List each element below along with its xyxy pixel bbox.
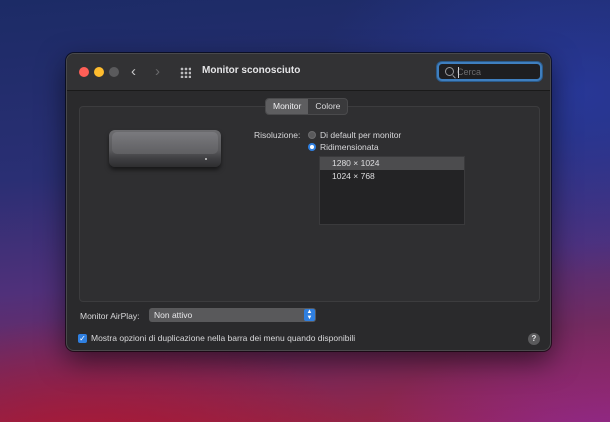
tab-monitor[interactable]: Monitor bbox=[266, 99, 309, 114]
resolution-label: Risoluzione: bbox=[254, 130, 301, 140]
scaled-option-label[interactable]: Ridimensionata bbox=[320, 142, 379, 152]
mac-mini-image bbox=[109, 130, 221, 167]
show-all-grid-icon[interactable] bbox=[180, 67, 191, 78]
mirroring-checkbox-label[interactable]: Mostra opzioni di duplicazione nella bar… bbox=[91, 333, 355, 343]
mirroring-checkbox[interactable]: ✓ bbox=[78, 334, 87, 343]
system-preferences-window: ‹ › Monitor sconosciuto Monitor Colore R… bbox=[66, 53, 551, 351]
default-radio[interactable] bbox=[308, 131, 316, 139]
resolution-list-item[interactable]: 1280 × 1024 bbox=[320, 157, 464, 170]
search-field[interactable] bbox=[437, 62, 542, 81]
title-bar: ‹ › Monitor sconosciuto bbox=[67, 54, 550, 91]
resolution-list-item[interactable]: 1024 × 768 bbox=[320, 170, 464, 183]
close-button[interactable] bbox=[79, 67, 89, 77]
resolution-list: 1280 × 1024 1024 × 768 bbox=[319, 156, 465, 225]
minimize-button[interactable] bbox=[94, 67, 104, 77]
airplay-label: Monitor AirPlay: bbox=[80, 311, 140, 321]
search-icon bbox=[445, 67, 454, 76]
search-input[interactable] bbox=[457, 65, 537, 79]
segmented-tabs: Monitor Colore bbox=[265, 98, 349, 115]
help-button[interactable]: ? bbox=[528, 333, 540, 345]
updown-chevron-icon: ▲ ▼ bbox=[304, 309, 315, 321]
zoom-button[interactable] bbox=[109, 67, 119, 77]
back-chevron-icon[interactable]: ‹ bbox=[131, 63, 136, 81]
airplay-select[interactable]: Non attivo ▲ ▼ bbox=[149, 308, 316, 322]
default-option-label[interactable]: Di default per monitor bbox=[320, 130, 401, 140]
scaled-radio[interactable] bbox=[308, 143, 316, 151]
forward-chevron-icon[interactable]: › bbox=[155, 63, 160, 81]
apple-logo-icon bbox=[160, 136, 170, 146]
window-title: Monitor sconosciuto bbox=[202, 65, 301, 76]
power-led bbox=[205, 158, 207, 160]
tab-colore[interactable]: Colore bbox=[308, 99, 347, 114]
text-caret bbox=[458, 67, 459, 78]
airplay-select-value: Non attivo bbox=[154, 310, 193, 320]
